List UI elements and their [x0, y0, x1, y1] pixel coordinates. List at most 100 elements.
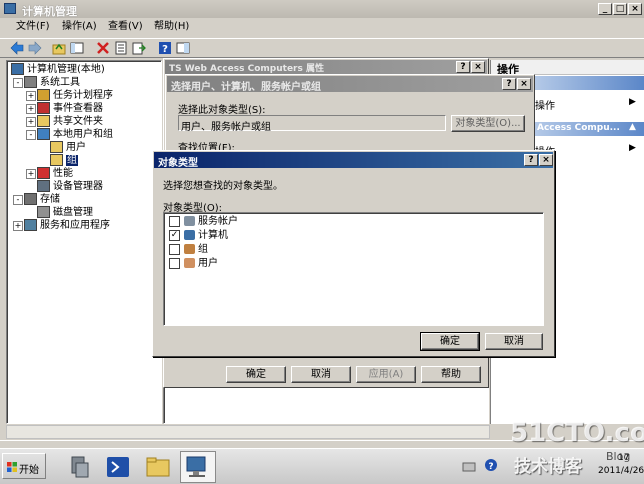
arrow-right-icon: ▶	[629, 97, 636, 107]
tree-item[interactable]: 磁盘管理	[37, 206, 93, 218]
status-bar	[0, 440, 644, 448]
tree-expander[interactable]: -	[13, 78, 23, 88]
properties-apply-button[interactable]: 应用(A)	[356, 366, 416, 383]
select-users-close-button[interactable]: ×	[517, 78, 531, 90]
service-account-icon	[184, 216, 195, 226]
show-action-pane-icon[interactable]	[176, 41, 190, 55]
object-types-title: 对象类型	[158, 158, 198, 169]
object-types-help-button[interactable]: ?	[524, 154, 538, 166]
tree-item-label: 用户	[66, 142, 86, 153]
menu-help[interactable]: 帮助(H)	[154, 20, 189, 34]
object-type-checkbox[interactable]	[169, 257, 180, 269]
tree-item[interactable]: 事件查看器	[37, 102, 103, 114]
tree-expander[interactable]: +	[13, 221, 23, 231]
storage-icon	[24, 193, 37, 205]
toolbar: ?	[0, 38, 644, 58]
forward-arrow-icon[interactable]	[28, 41, 42, 55]
menu-file[interactable]: 文件(F)	[16, 20, 50, 34]
device-icon	[37, 180, 50, 192]
tree-item[interactable]: 任务计划程序	[37, 89, 113, 101]
tree-item-label: 本地用户和组	[53, 129, 113, 140]
keyboard-icon[interactable]	[462, 461, 476, 473]
tree-expander[interactable]: +	[26, 104, 36, 114]
console-tree-icon[interactable]	[70, 41, 84, 55]
tree-expander[interactable]: -	[13, 195, 23, 205]
back-arrow-icon[interactable]	[10, 41, 24, 55]
tree-item[interactable]: 计算机管理(本地)	[11, 63, 105, 75]
delete-icon[interactable]	[96, 41, 110, 55]
tree-expander[interactable]: +	[26, 91, 36, 101]
start-button[interactable]: 开始	[2, 453, 46, 479]
chevron-up-icon: ▲	[629, 122, 636, 132]
tree-item-label: 服务和应用程序	[40, 220, 110, 231]
select-users-help-button[interactable]: ?	[502, 78, 516, 90]
tree-item[interactable]: 共享文件夹	[37, 115, 103, 127]
object-type-label: 服务帐户	[198, 216, 238, 227]
powershell-icon[interactable]	[104, 453, 132, 481]
tree-item-label: 存储	[40, 194, 60, 205]
server-manager-icon[interactable]	[66, 453, 94, 481]
main-title-bar[interactable]: 计算机管理 _ □ ×	[0, 0, 644, 18]
properties-title-bar[interactable]: TS Web Access Computers 属性 ? ×	[165, 60, 487, 74]
tree-item-label: 磁盘管理	[53, 207, 93, 218]
object-types-cancel-button[interactable]: 取消	[485, 333, 543, 350]
object-type-label: 组	[198, 244, 208, 255]
object-type-checkbox[interactable]	[169, 215, 180, 227]
computer-icon	[11, 63, 24, 75]
taskbar-active-app[interactable]	[180, 451, 216, 483]
folder-icon	[50, 154, 63, 166]
computer-icon	[184, 230, 195, 240]
taskbar: 开始 ? 17 2011/4/26	[0, 448, 644, 484]
object-types-button[interactable]: 对象类型(O)...	[451, 115, 525, 132]
actions-section-2-label: Access Compu...	[537, 123, 620, 133]
object-type-item[interactable]: ✓ 计算机	[169, 229, 228, 242]
object-types-ok-button[interactable]: 确定	[420, 332, 480, 351]
maximize-button[interactable]: □	[613, 3, 627, 15]
tree-item[interactable]: 本地用户和组	[37, 128, 113, 140]
object-type-item[interactable]: 用户	[169, 257, 218, 270]
object-types-close-button[interactable]: ×	[539, 154, 553, 166]
explorer-folder-icon[interactable]	[144, 453, 172, 481]
properties-help-button[interactable]: ?	[456, 61, 470, 73]
menu-action[interactable]: 操作(A)	[62, 20, 97, 34]
help-icon[interactable]: ?	[158, 41, 172, 55]
properties-close-button[interactable]: ×	[471, 61, 485, 73]
up-folder-icon[interactable]	[52, 41, 66, 55]
minimize-button[interactable]: _	[598, 3, 612, 15]
tree-item-label: 任务计划程序	[53, 90, 113, 101]
help-circle-icon[interactable]: ?	[484, 458, 498, 472]
tree-item[interactable]: 组	[50, 154, 78, 166]
perf-icon	[37, 167, 50, 179]
tree-expander[interactable]: +	[26, 169, 36, 179]
folder-icon	[50, 141, 63, 153]
select-users-title-bar[interactable]: 选择用户、计算机、服务帐户或组 ? ×	[167, 76, 533, 93]
select-users-title: 选择用户、计算机、服务帐户或组	[171, 82, 321, 93]
tree-item[interactable]: 存储	[24, 193, 60, 205]
tree-expander[interactable]: -	[26, 130, 36, 140]
object-types-title-bar[interactable]: 对象类型 ? ×	[154, 152, 553, 169]
object-type-item[interactable]: 服务帐户	[169, 215, 238, 228]
tree-item-label: 组	[66, 155, 78, 166]
tree-item[interactable]: 服务和应用程序	[24, 219, 110, 231]
horizontal-scrollbar[interactable]	[6, 425, 490, 439]
export-list-icon[interactable]	[132, 41, 146, 55]
object-type-value: 用户、服务帐户或组	[181, 122, 271, 133]
tree-item-label: 性能	[53, 168, 73, 179]
actions-header: 操作	[491, 60, 644, 76]
menu-view[interactable]: 查看(V)	[108, 20, 143, 34]
object-type-checkbox[interactable]	[169, 243, 180, 255]
tree-item[interactable]: 性能	[37, 167, 73, 179]
tree-item[interactable]: 用户	[50, 141, 86, 153]
object-type-checkbox[interactable]: ✓	[169, 229, 180, 241]
properties-cancel-button[interactable]: 取消	[291, 366, 351, 383]
close-button[interactable]: ×	[628, 3, 642, 15]
clock-date: 2011/4/26	[598, 466, 644, 476]
menu-bar: 文件(F) 操作(A) 查看(V) 帮助(H)	[0, 20, 644, 36]
tree-expander[interactable]: +	[26, 117, 36, 127]
tree-item[interactable]: 设备管理器	[37, 180, 103, 192]
properties-ok-button[interactable]: 确定	[226, 366, 286, 383]
tree-item[interactable]: 系统工具	[24, 76, 80, 88]
properties-icon[interactable]	[114, 41, 128, 55]
properties-help-text-button[interactable]: 帮助	[421, 366, 481, 383]
object-type-item[interactable]: 组	[169, 243, 208, 256]
